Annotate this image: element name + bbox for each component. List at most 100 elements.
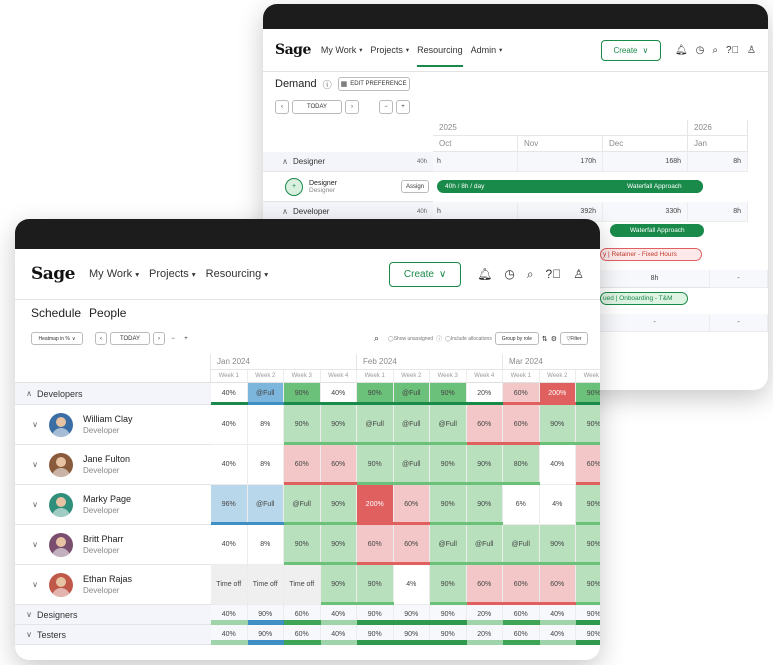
chevron-down-icon[interactable]: ∨ (21, 610, 37, 619)
heatmap-cell[interactable]: 90% (576, 485, 600, 525)
heatmap-cell[interactable]: @Full (393, 405, 430, 445)
next-button[interactable]: › (153, 332, 165, 345)
heatmap-cell[interactable]: 6% (503, 485, 540, 525)
heatmap-cell[interactable]: 90% (539, 405, 576, 445)
heatmap-cell[interactable]: 80% (503, 445, 540, 485)
search-icon[interactable]: ⌕ (374, 333, 379, 344)
person-row[interactable]: ∨ Marky Page Developer (15, 485, 211, 525)
heatmap-cell[interactable]: 8% (247, 525, 284, 565)
chevron-down-icon[interactable]: ∨ (27, 540, 43, 549)
project-bar[interactable]: ued | Onboarding - T&M (600, 292, 688, 305)
today-button[interactable]: TODAY (292, 100, 342, 114)
person-row[interactable]: ∨ Ethan Rajas Developer (15, 565, 211, 605)
heatmap-cell[interactable]: 90% (576, 565, 600, 605)
heatmap-cell[interactable]: 60% (503, 565, 540, 605)
heatmap-cell[interactable]: 90% (576, 405, 600, 445)
today-button[interactable]: TODAY (110, 332, 150, 345)
edit-preference-button[interactable]: ▦ EDIT PREFERENCE (337, 77, 410, 91)
clock-icon[interactable]: ◷ (696, 45, 705, 56)
heatmap-cell[interactable]: 40% (539, 445, 576, 485)
heatmap-cell[interactable]: 60% (357, 525, 394, 565)
chevron-down-icon[interactable]: ∨ (27, 500, 43, 509)
prev-button[interactable]: ‹ (275, 100, 289, 114)
heatmap-cell[interactable]: 60% (539, 565, 576, 605)
zoom-out-button[interactable]: − (379, 100, 393, 114)
heatmap-cell[interactable]: @Full (357, 405, 394, 445)
chevron-up-icon[interactable]: ∧ (21, 389, 37, 398)
search-icon[interactable]: ⌕ (712, 45, 718, 56)
person-name[interactable]: Ethan Rajas (83, 574, 132, 585)
heatmap-cell[interactable]: 90% (320, 405, 357, 445)
next-button[interactable]: › (345, 100, 359, 114)
group-by-select[interactable]: Group by role (494, 332, 539, 345)
heatmap-cell[interactable]: 4% (393, 565, 430, 605)
heatmap-cell[interactable]: Time off (211, 565, 248, 605)
filter-button[interactable]: ▽ Filter (560, 332, 588, 345)
heatmap-cell[interactable]: 4% (539, 485, 576, 525)
chevron-up-icon[interactable]: ∧ (277, 157, 293, 166)
back-nav-mywork[interactable]: My Work ▾ (321, 45, 363, 55)
heatmap-cell[interactable]: Time off (284, 565, 321, 605)
clock-icon[interactable]: ◷ (504, 267, 514, 281)
heatmap-cell[interactable]: @Full (284, 485, 321, 525)
front-create-button[interactable]: Create ∨ (389, 261, 462, 287)
chevron-up-icon[interactable]: ∧ (277, 207, 293, 216)
heatmap-cell[interactable]: 90% (430, 445, 467, 485)
chevron-down-icon[interactable]: ∨ (27, 460, 43, 469)
heatmap-cell[interactable]: @Full (430, 405, 467, 445)
heatmap-cell[interactable]: 90% (320, 485, 357, 525)
heatmap-cell[interactable]: 90% (466, 485, 503, 525)
heatmap-cell[interactable]: 96% (211, 485, 248, 525)
zoom-in-button[interactable]: + (396, 100, 410, 114)
person-name[interactable]: Jane Fulton (83, 454, 130, 465)
back-create-button[interactable]: Create ∨ (600, 39, 661, 61)
person-name[interactable]: Britt Pharr (83, 534, 124, 545)
show-unassigned-toggle[interactable]: ◯ Show unassigned (388, 336, 433, 342)
project-bar[interactable]: Waterfall Approach (613, 180, 703, 193)
heatmap-cell[interactable]: 90% (430, 485, 467, 525)
heatmap-cell[interactable]: 90% (576, 525, 600, 565)
person-row[interactable]: ∨ Britt Pharr Developer (15, 525, 211, 565)
bell-icon[interactable]: 🔔︎ (675, 45, 688, 56)
heatmap-cell[interactable]: @Full (503, 525, 540, 565)
chevron-down-icon[interactable]: ∨ (27, 580, 43, 589)
heatmap-cell[interactable]: 60% (284, 445, 321, 485)
heatmap-cell[interactable]: 90% (284, 405, 321, 445)
heatmap-cell[interactable]: 60% (466, 405, 503, 445)
heatmap-cell[interactable]: @Full (247, 485, 284, 525)
heatmap-cell[interactable]: 90% (357, 445, 394, 485)
heatmap-cell[interactable]: 90% (430, 565, 467, 605)
settings-icon[interactable]: ⚙ (551, 335, 557, 343)
heatmap-cell[interactable]: 90% (466, 445, 503, 485)
group-row[interactable]: ∨ Designers (15, 605, 211, 625)
heatmap-cell[interactable]: @Full (430, 525, 467, 565)
chevron-down-icon[interactable]: ∨ (21, 630, 37, 639)
prev-button[interactable]: ‹ (95, 332, 107, 345)
include-allocations-toggle[interactable]: ◯ Include allocations (445, 336, 492, 342)
user-icon[interactable]: ♙ (747, 45, 756, 56)
back-nav-admin[interactable]: Admin ▾ (471, 45, 503, 55)
help-icon[interactable]: ?⃝ (546, 267, 562, 281)
heatmap-cell[interactable]: 90% (320, 525, 357, 565)
chevron-down-icon[interactable]: ∨ (27, 420, 43, 429)
heatmap-cell[interactable]: 90% (320, 565, 357, 605)
tab-people[interactable]: People (89, 306, 126, 320)
heatmap-cell[interactable]: 8% (247, 445, 284, 485)
heatmap-cell[interactable]: @Full (466, 525, 503, 565)
bell-icon[interactable]: 🔔︎ (477, 267, 492, 281)
person-name[interactable]: Marky Page (83, 494, 131, 505)
demand-row-designer[interactable]: + Designer Designer Assign (263, 172, 433, 202)
heatmap-cell[interactable]: @Full (393, 445, 430, 485)
search-icon[interactable]: ⌕ (527, 267, 534, 282)
sort-icon[interactable]: ⇅ (542, 335, 548, 343)
help-icon[interactable]: ?⃝ (726, 45, 739, 56)
heatmap-cell[interactable]: 40% (211, 405, 248, 445)
heatmap-cell[interactable]: 8% (247, 405, 284, 445)
group-row-developers[interactable]: ∧ Developers (15, 383, 211, 405)
person-row[interactable]: ∨ Jane Fulton Developer (15, 445, 211, 485)
heatmap-cell[interactable]: 60% (393, 485, 430, 525)
front-nav-resourcing[interactable]: Resourcing ▾ (206, 268, 269, 280)
tab-schedule[interactable]: Schedule (31, 306, 81, 320)
group-row[interactable]: ∨ Testers (15, 625, 211, 645)
person-name[interactable]: William Clay (83, 414, 133, 425)
